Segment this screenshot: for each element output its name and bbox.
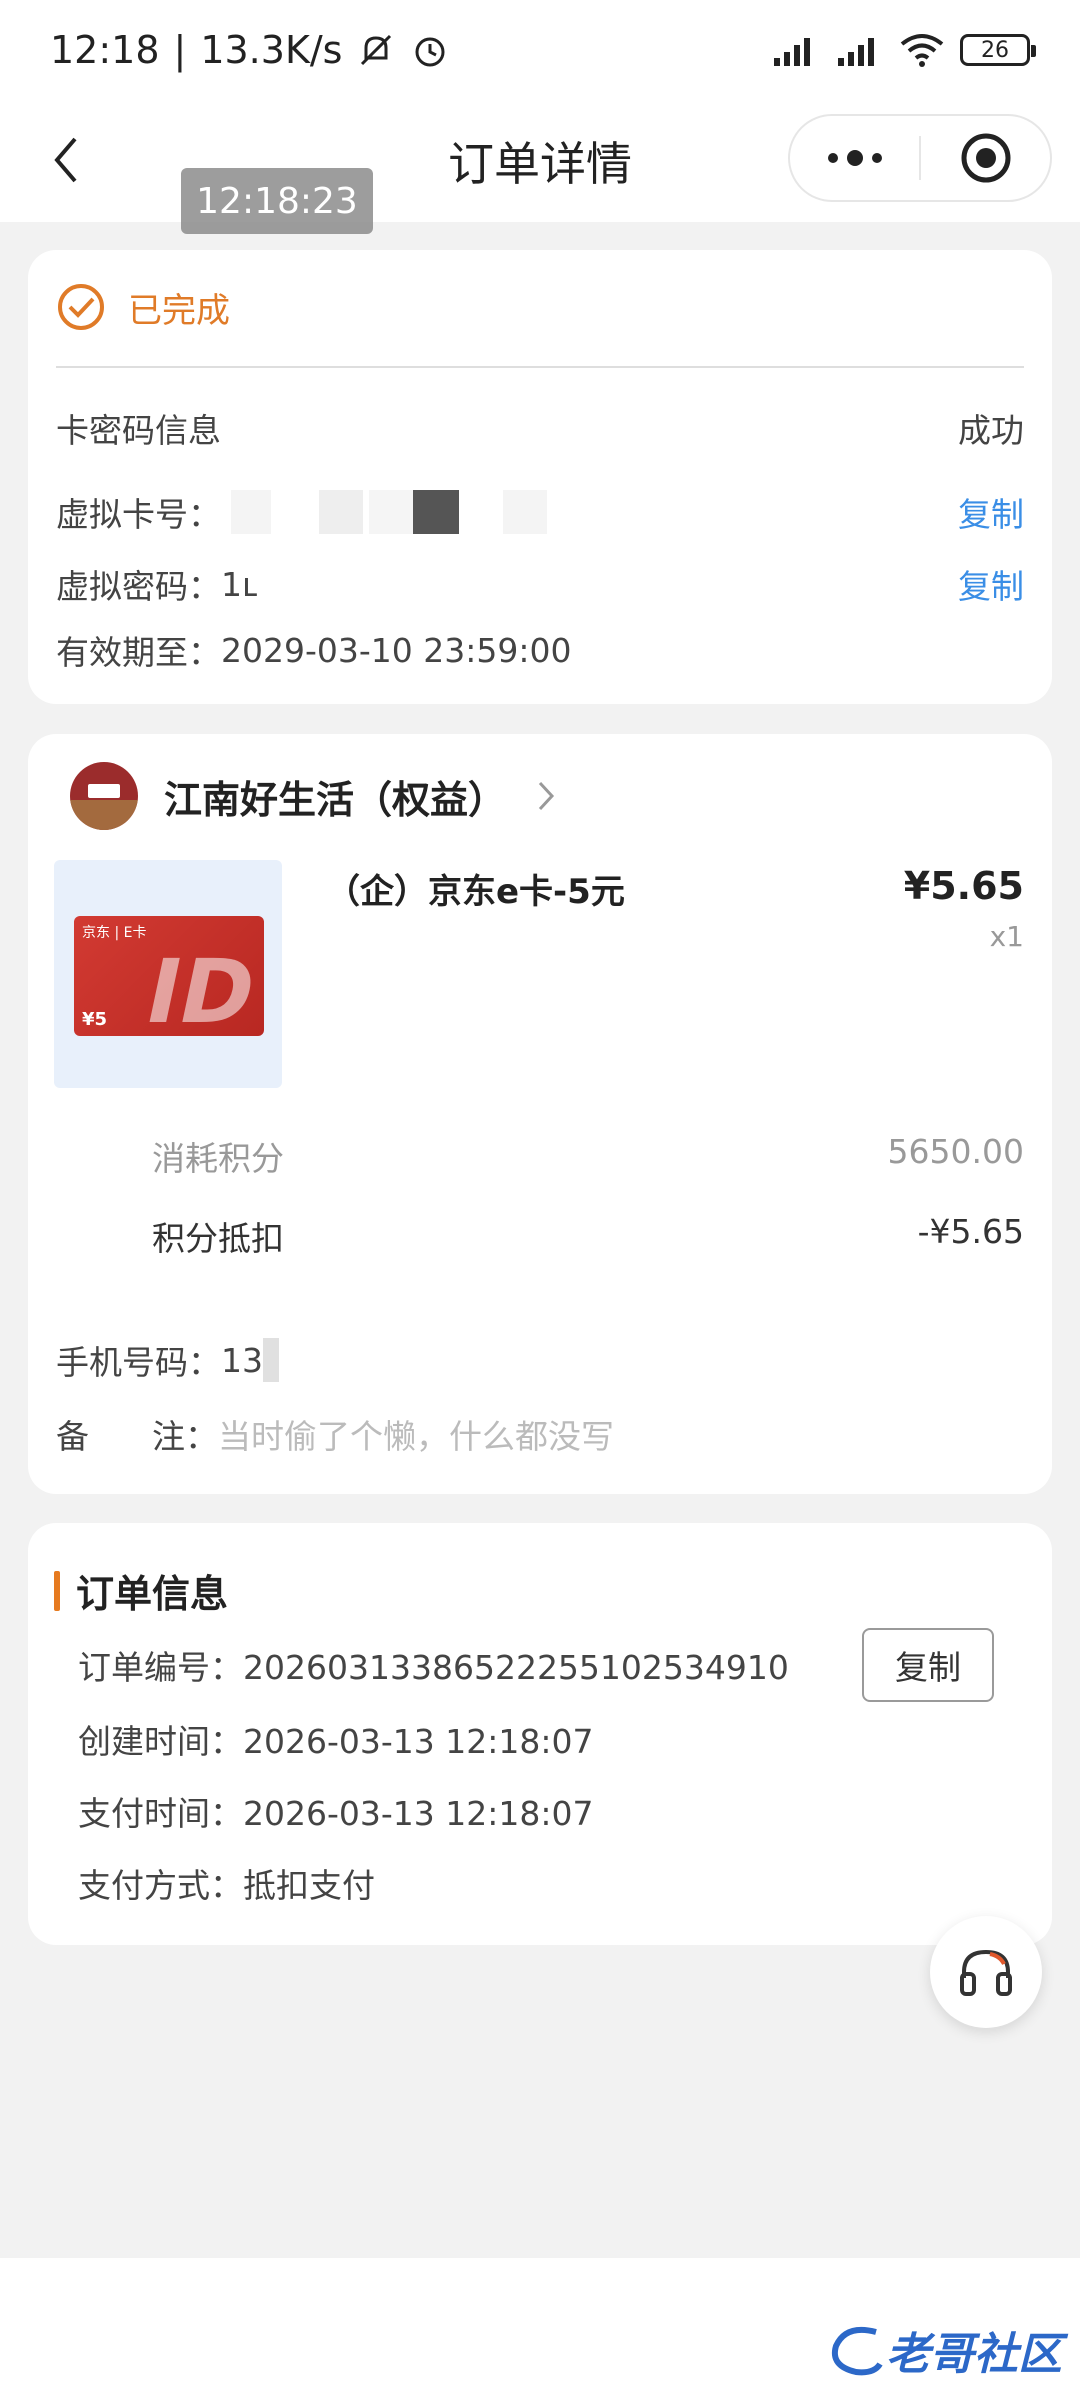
pay-method-label: 支付方式： — [78, 1866, 243, 1905]
divider — [56, 366, 1024, 368]
shop-name: 江南好生活（权益） — [164, 777, 507, 822]
copy-card-number-button[interactable]: 复制 — [958, 488, 1024, 536]
battery-level: 26 — [981, 37, 1009, 63]
expire-value: 2029-03-10 23:59:00 — [221, 630, 572, 670]
order-info-header: 订单信息 — [54, 1563, 228, 1618]
signal-icon-2 — [838, 38, 874, 66]
card-number-label: 虚拟卡号： — [56, 495, 221, 534]
note-value: 当时偷了个懒，什么都没写 — [217, 1417, 614, 1456]
shop-link[interactable]: 江南好生活（权益） — [70, 762, 556, 830]
masked-block — [319, 490, 363, 534]
wifi-icon — [900, 34, 944, 67]
paid-time: 2026-03-13 12:18:07 — [243, 1794, 594, 1833]
customer-service-button[interactable] — [930, 1916, 1042, 2028]
e-card-image: 京东 | E卡 ID ¥5 — [74, 916, 264, 1036]
bottom-area: 老哥社区 — [0, 2258, 1080, 2400]
more-button[interactable] — [790, 116, 919, 200]
order-number-label: 订单编号： — [78, 1648, 243, 1687]
paid-row: 支付时间：2026-03-13 12:18:07 — [78, 1787, 593, 1835]
points-deduct-row: 积分抵扣 -¥5.65 — [152, 1212, 1024, 1260]
expire-label: 有效期至： — [56, 633, 221, 672]
check-circle-icon — [58, 284, 104, 330]
e-card-logo: ID — [137, 940, 264, 1036]
created-label: 创建时间： — [78, 1722, 243, 1761]
order-status: 已完成 — [128, 290, 230, 331]
e-card-brand: 京东 | E卡 — [82, 925, 147, 941]
close-miniprogram-button[interactable] — [921, 116, 1050, 200]
paid-label: 支付时间： — [78, 1794, 243, 1833]
order-number-row: 订单编号：20260313386522255102534910 — [78, 1641, 789, 1689]
copy-password-button[interactable]: 复制 — [958, 560, 1024, 608]
alarm-icon — [415, 37, 445, 67]
points-used-row: 消耗积分 5650.00 — [152, 1132, 1024, 1180]
mini-program-capsule — [788, 114, 1052, 202]
product-image[interactable]: 京东 | E卡 ID ¥5 — [54, 860, 282, 1088]
card-number-row: 虚拟卡号： 复制 — [56, 488, 1024, 536]
password-value: 1ւ — [221, 564, 257, 604]
points-used-label: 消耗积分 — [152, 1139, 284, 1178]
watermark-text: 老哥社区 — [886, 2329, 1062, 2380]
card-product: 江南好生活（权益） 京东 | E卡 ID ¥5 （企）京东e卡-5元 ¥5.65… — [28, 734, 1052, 1494]
status-speed: 13.3K/s — [200, 28, 343, 72]
status-right: 26 — [770, 32, 1036, 68]
masked-block — [263, 1338, 279, 1382]
note-label: 备 注： — [56, 1417, 218, 1456]
e-card-amount: ¥5 — [82, 1009, 108, 1030]
card-info-value: 成功 — [958, 411, 1024, 450]
mute-icon — [361, 34, 392, 66]
headset-icon — [960, 1949, 1012, 1996]
password-row: 虚拟密码： 1ւ 复制 — [56, 560, 1024, 608]
status-sep: | — [173, 28, 187, 72]
note-row: 备 注： 当时偷了个懒，什么都没写 — [56, 1410, 1024, 1458]
card-order-info: 订单信息 订单编号：20260313386522255102534910 复制 … — [28, 1523, 1052, 1945]
accent-bar — [54, 1570, 60, 1611]
masked-block — [231, 490, 271, 534]
masked-block — [413, 490, 459, 534]
product-price: ¥5.65 — [903, 864, 1024, 908]
expire-row: 有效期至： 2029-03-10 23:59:00 — [56, 626, 1024, 674]
phone-value: 13 — [221, 1340, 263, 1380]
watermark: 老哥社区 — [826, 2318, 1062, 2382]
created-row: 创建时间：2026-03-13 12:18:07 — [78, 1715, 593, 1763]
product-name[interactable]: （企）京东e卡-5元 — [326, 864, 625, 913]
card-info-row: 卡密码信息 成功 — [56, 404, 1024, 452]
password-label: 虚拟密码： — [56, 567, 221, 606]
points-used-value: 5650.00 — [887, 1132, 1024, 1171]
status-time: 12:18 — [50, 28, 160, 72]
status-left: 12:18 | 13.3K/s — [50, 28, 450, 72]
card-password-card: 已完成 卡密码信息 成功 虚拟卡号： 复制 虚拟密码： 1ւ 复制 有效期至： … — [28, 250, 1052, 704]
points-deduct-label: 积分抵扣 — [152, 1219, 284, 1258]
signal-icon — [774, 38, 810, 66]
more-dots-icon — [827, 150, 882, 166]
card-info-label: 卡密码信息 — [56, 411, 221, 450]
phone-row: 手机号码： 13 — [56, 1336, 1024, 1384]
order-info-title: 订单信息 — [76, 1572, 229, 1616]
pay-method: 抵扣支付 — [243, 1866, 375, 1905]
order-number: 20260313386522255102534910 — [243, 1648, 789, 1687]
phone-label: 手机号码： — [56, 1343, 221, 1382]
masked-block — [369, 490, 413, 534]
target-icon — [961, 133, 1010, 183]
chevron-right-icon — [538, 781, 555, 811]
status-bar: 12:18 | 13.3K/s 26 — [0, 0, 1080, 100]
timestamp-overlay: 12:18:23 — [181, 168, 373, 234]
product-qty: x1 — [989, 920, 1024, 953]
points-deduct-value: -¥5.65 — [917, 1212, 1024, 1251]
masked-block — [503, 490, 547, 534]
pay-method-row: 支付方式：抵扣支付 — [78, 1859, 375, 1907]
dragon-logo-icon — [832, 2326, 883, 2376]
created-time: 2026-03-13 12:18:07 — [243, 1722, 594, 1761]
nav-bar: 订单详情 — [0, 100, 1080, 222]
battery-icon: 26 — [960, 34, 1036, 66]
status-row: 已完成 — [56, 282, 230, 332]
copy-order-number-button[interactable]: 复制 — [862, 1628, 994, 1702]
shop-logo — [70, 762, 138, 830]
